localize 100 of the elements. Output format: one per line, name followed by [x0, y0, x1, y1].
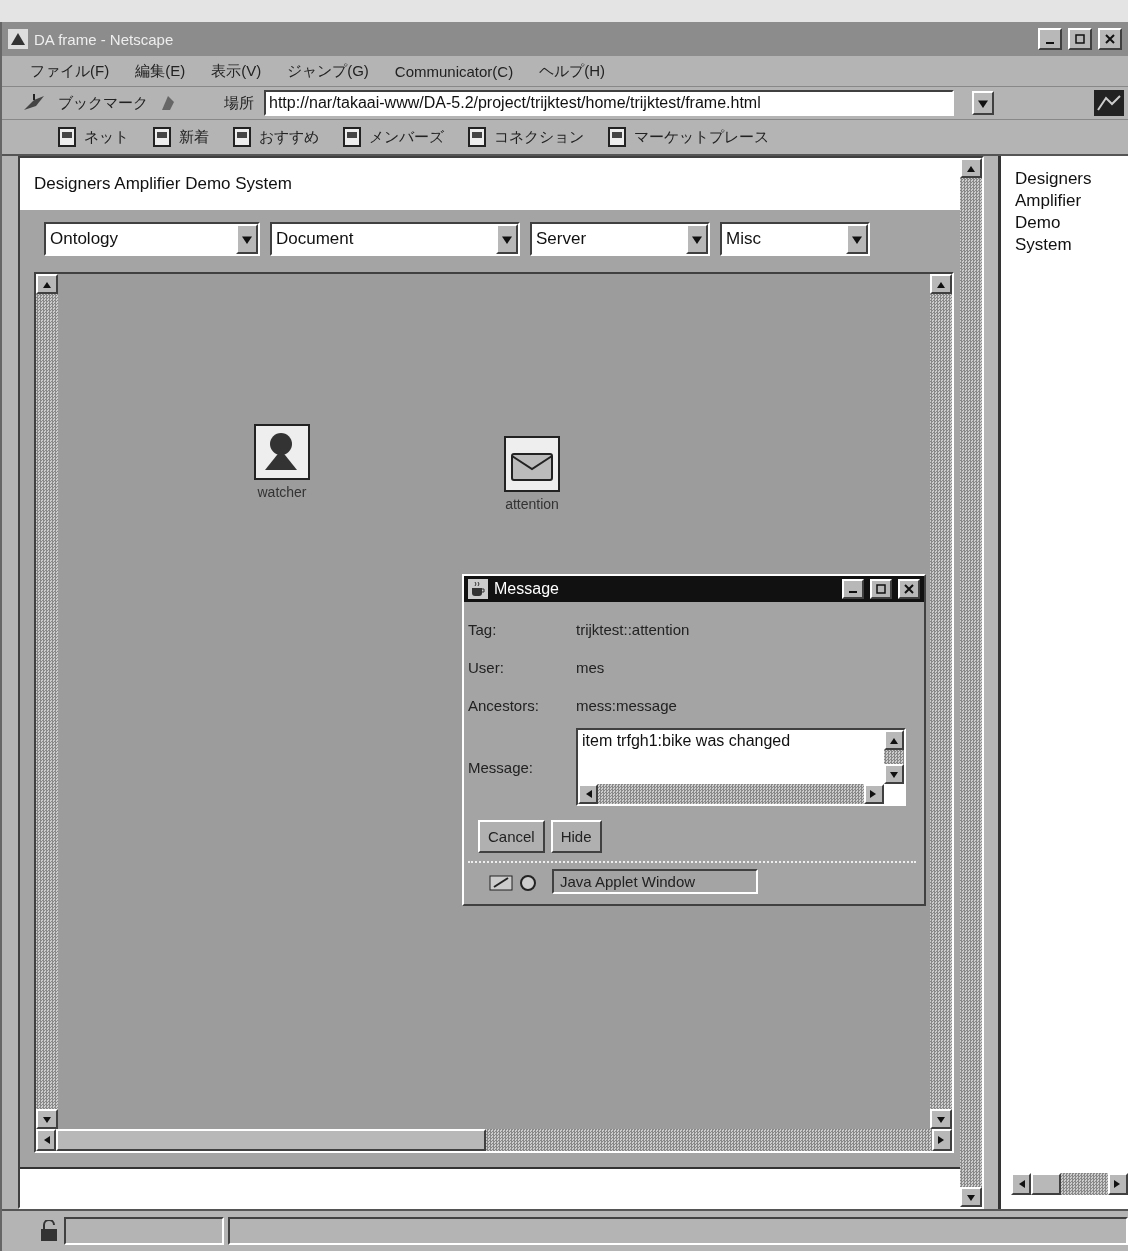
scroll-button[interactable]: [960, 158, 982, 178]
scroll-button[interactable]: [884, 730, 904, 750]
toolbar-link[interactable]: コネクション: [494, 127, 584, 147]
arrow-icon: [43, 1115, 51, 1123]
scroll-button[interactable]: [960, 1187, 982, 1207]
menu-item[interactable]: Communicator(C): [394, 62, 514, 80]
menu-item[interactable]: ファイル(F): [30, 61, 110, 81]
toolbar-link[interactable]: おすすめ: [259, 127, 319, 147]
maximize-icon: [1075, 34, 1085, 44]
field-value: mes: [576, 658, 605, 676]
window-title: DA frame - Netscape: [34, 30, 175, 48]
arrow-icon: [43, 280, 51, 288]
envelope-icon[interactable]: [504, 436, 560, 492]
arrow-icon: [42, 1136, 50, 1144]
bookmarks-button[interactable]: ブックマーク: [58, 93, 148, 113]
arrow-icon: [978, 98, 988, 108]
minimize-button[interactable]: [1038, 28, 1062, 50]
menu-item[interactable]: ヘルプ(H): [539, 61, 605, 81]
node-label: attention: [505, 496, 559, 512]
scrollbar[interactable]: [1011, 1173, 1128, 1195]
minimize-button[interactable]: [842, 579, 864, 599]
minimize-icon: [849, 591, 857, 593]
toolbar-link[interactable]: メンバーズ: [369, 127, 444, 147]
app-icon: [8, 29, 28, 49]
lock-icon: [38, 1220, 60, 1242]
field-label: Ancestors:: [468, 696, 540, 714]
url-field[interactable]: http://nar/takaai-www/DA-5.2/project/trijktest/home/trijktest/frame.html: [264, 90, 954, 116]
scroll-button[interactable]: [36, 1129, 56, 1151]
scroll-button[interactable]: [36, 274, 58, 294]
applet-status: Java Applet Window: [552, 869, 758, 894]
scroll-button[interactable]: [1011, 1173, 1031, 1195]
scroll-button[interactable]: [932, 1129, 952, 1151]
dropdown-button[interactable]: [236, 224, 258, 254]
side-text: Demo: [1015, 212, 1062, 234]
page-icon: [58, 127, 76, 147]
arrow-icon: [692, 234, 702, 244]
scrollbar[interactable]: [930, 274, 952, 1129]
scrollbar[interactable]: [884, 730, 904, 784]
scroll-button[interactable]: [864, 784, 884, 804]
scroll-button[interactable]: [884, 764, 904, 784]
menu-item[interactable]: 編集(E): [135, 61, 186, 81]
message-text: item trfgh1:bike was changed: [581, 731, 792, 751]
arrow-icon: [852, 234, 862, 244]
scroll-button[interactable]: [930, 274, 952, 294]
logo-icon: [1094, 90, 1124, 116]
toolbar-link[interactable]: マーケットプレース: [634, 127, 769, 147]
page-icon: [608, 127, 626, 147]
arrow-icon: [938, 1136, 946, 1144]
scroll-thumb[interactable]: [1031, 1173, 1061, 1195]
hide-button[interactable]: Hide: [550, 820, 602, 853]
page-icon: [233, 127, 251, 147]
scroll-button[interactable]: [1108, 1173, 1128, 1195]
scrollbar[interactable]: [36, 1129, 952, 1151]
menu-item[interactable]: ジャンプ(G): [287, 61, 369, 81]
close-button[interactable]: [898, 579, 920, 599]
minimize-icon: [1046, 42, 1054, 44]
dropdown-button[interactable]: [686, 224, 708, 254]
scroll-button[interactable]: [930, 1109, 952, 1129]
scrollbar[interactable]: [960, 158, 982, 1207]
scrollbar[interactable]: [36, 274, 58, 1129]
toolbar-link[interactable]: 新着: [179, 127, 209, 147]
maximize-button[interactable]: [1068, 28, 1092, 50]
field-label: Tag:: [468, 620, 498, 638]
maximize-button[interactable]: [870, 579, 892, 599]
close-button[interactable]: [1098, 28, 1122, 50]
cancel-button[interactable]: Cancel: [478, 820, 545, 853]
arrow-icon: [937, 280, 945, 288]
dropdown[interactable]: Ontology: [44, 222, 260, 256]
maximize-icon: [876, 584, 886, 594]
person-icon[interactable]: [254, 424, 310, 480]
arrow-icon: [870, 790, 878, 798]
arrow-icon: [1114, 1180, 1122, 1188]
dropdown-button[interactable]: [496, 224, 518, 254]
scroll-button[interactable]: [36, 1109, 58, 1129]
scroll-thumb[interactable]: [56, 1129, 486, 1151]
cup-icon: [468, 579, 488, 599]
page-icon: [468, 127, 486, 147]
arrow-icon: [242, 234, 252, 244]
field-label: User:: [468, 658, 505, 676]
side-text: Amplifier: [1015, 190, 1083, 212]
arrow-icon: [1017, 1180, 1025, 1188]
dropdown-button[interactable]: [972, 91, 994, 115]
arrow-icon: [890, 770, 898, 778]
message-text-area[interactable]: item trfgh1:bike was changed: [576, 728, 906, 806]
dropdown-button[interactable]: [846, 224, 868, 254]
side-text: Designers: [1015, 168, 1093, 190]
page-icon: [153, 127, 171, 147]
arrow-icon: [502, 234, 512, 244]
location-label: 場所: [224, 93, 254, 113]
page-icon: [343, 127, 361, 147]
toolbar-link[interactable]: ネット: [84, 127, 129, 147]
dropdown[interactable]: Misc: [720, 222, 870, 256]
scroll-button[interactable]: [578, 784, 598, 804]
dropdown[interactable]: Document: [270, 222, 520, 256]
close-icon: [904, 584, 914, 594]
side-text: System: [1015, 234, 1073, 256]
scrollbar[interactable]: [578, 784, 884, 804]
dropdown[interactable]: Server: [530, 222, 710, 256]
arrow-icon: [967, 1193, 975, 1201]
menu-item[interactable]: 表示(V): [211, 61, 262, 81]
